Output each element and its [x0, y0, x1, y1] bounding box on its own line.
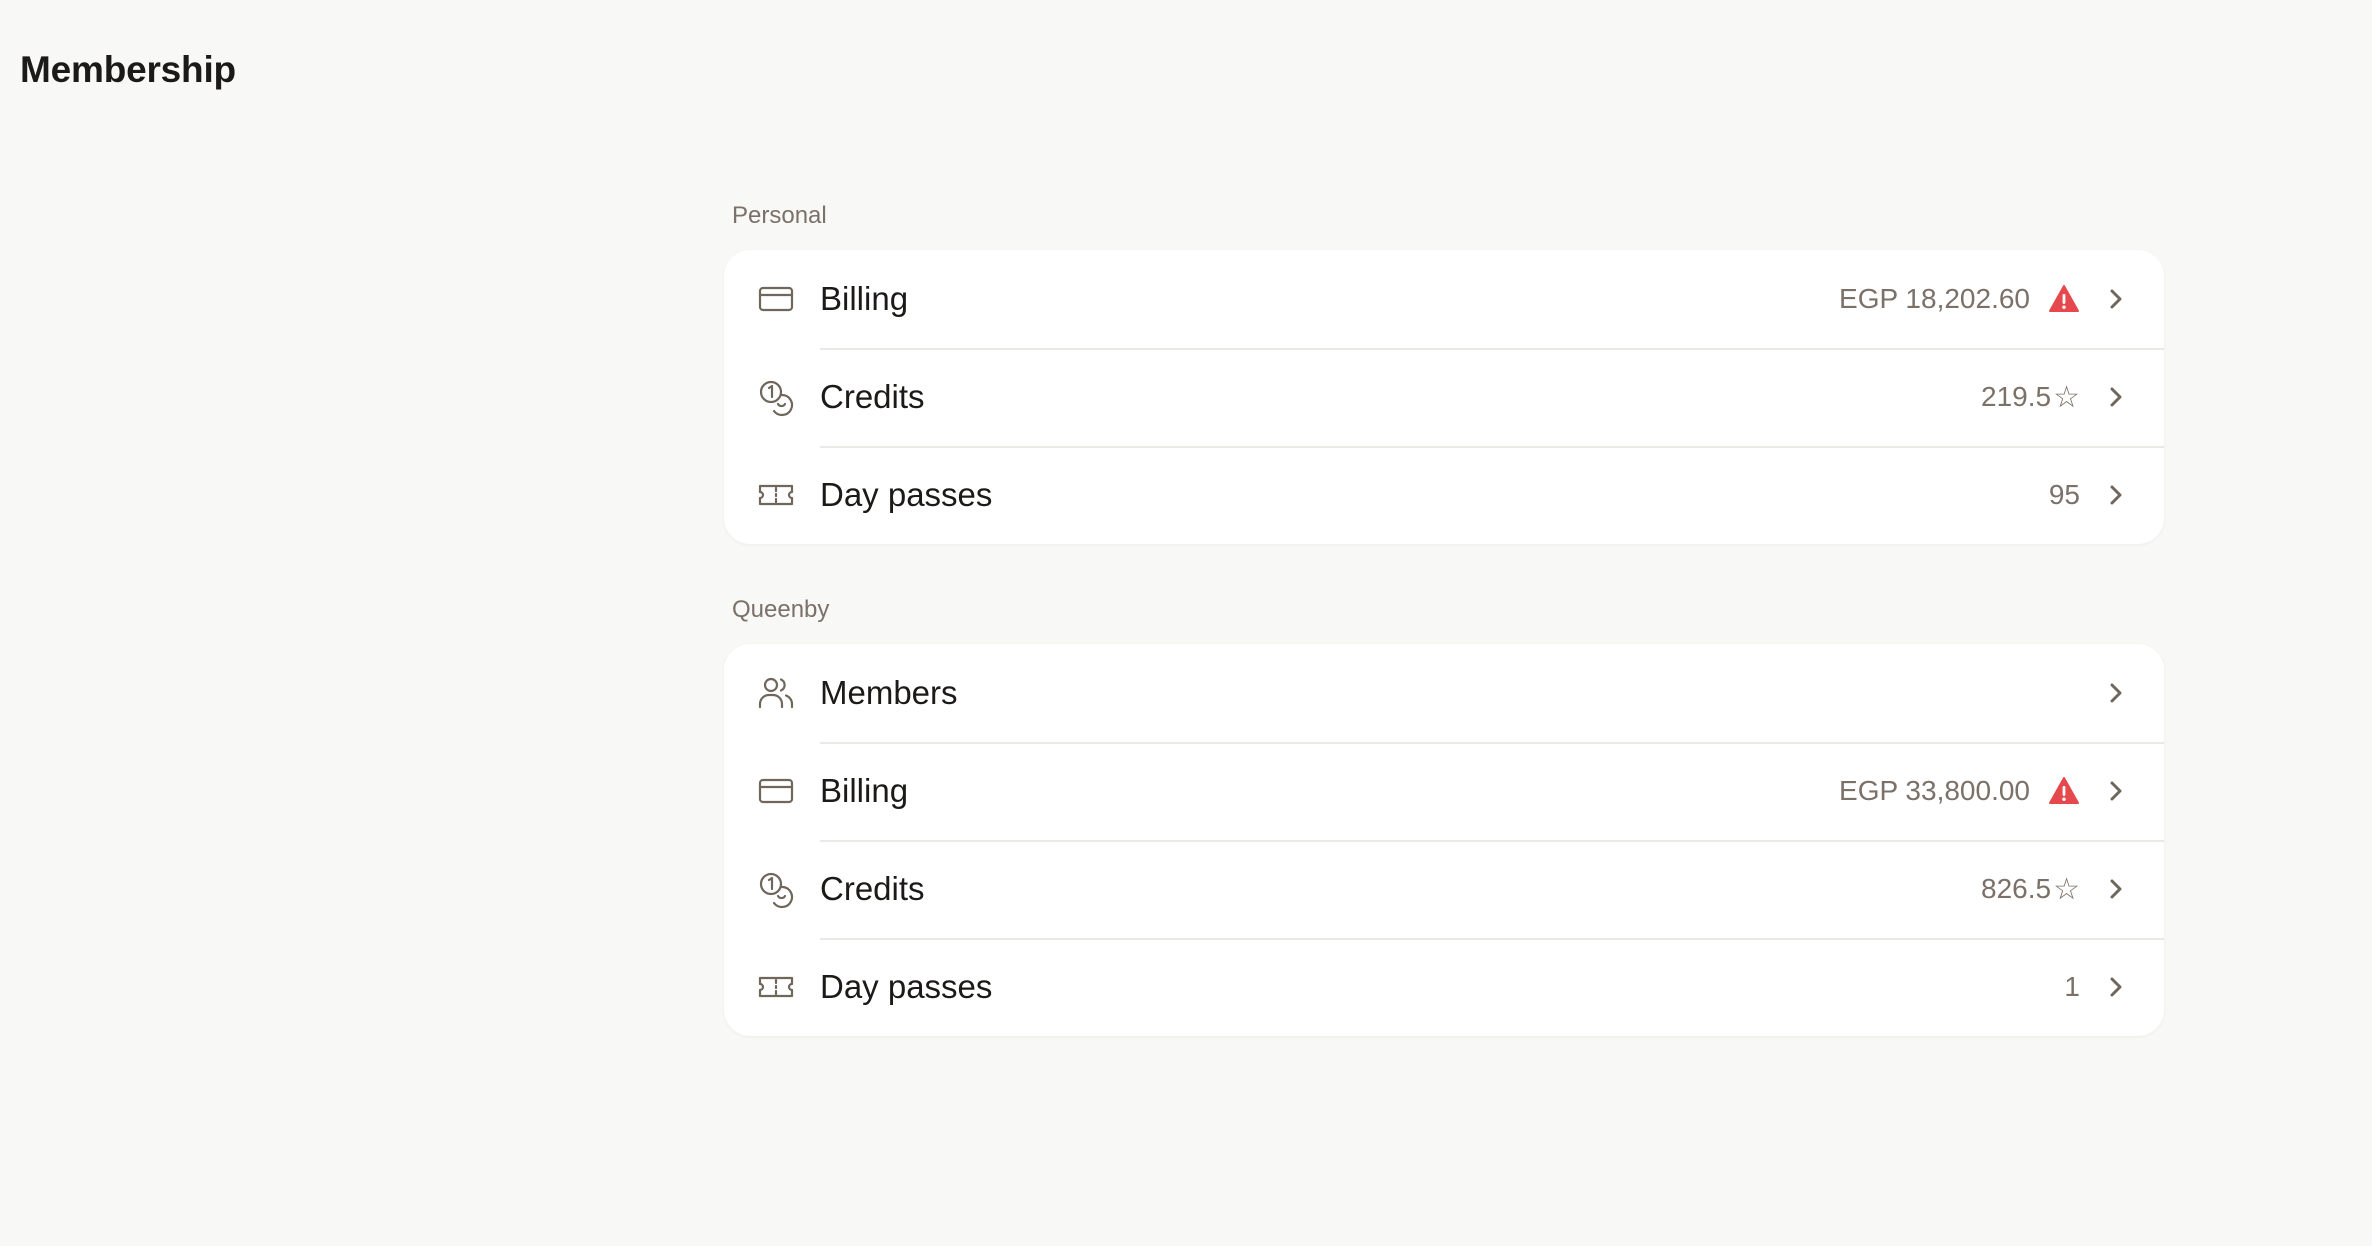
queenby-day-passes-row[interactable]: Day passes 1: [724, 938, 2164, 1036]
billing-amount: EGP 33,800.00: [1839, 775, 2030, 806]
ticket-icon: [756, 967, 796, 1007]
chevron-right-icon: [2102, 875, 2130, 903]
chevron-right-icon: [2102, 383, 2130, 411]
users-icon: [756, 673, 796, 713]
chevron-right-icon: [2102, 777, 2130, 805]
section-label-personal: Personal: [732, 202, 827, 229]
credits-balance: 826.5 ☆: [1981, 872, 2080, 907]
warning-triangle-icon: [2048, 775, 2080, 807]
membership-content: Personal Billing EGP 18,202.60 Credits 2…: [724, 196, 2164, 1082]
warning-triangle-icon: [2048, 283, 2080, 315]
chevron-right-icon: [2102, 481, 2130, 509]
credits-amount: 826.5: [1981, 873, 2052, 904]
row-label: Billing: [820, 280, 909, 317]
queenby-billing-row[interactable]: Billing EGP 33,800.00: [724, 742, 2164, 840]
queenby-members-row[interactable]: Members: [724, 644, 2164, 742]
coins-icon: [756, 377, 796, 417]
personal-credits-row[interactable]: Credits 219.5 ☆: [724, 348, 2164, 446]
section-label-queenby: Queenby: [732, 596, 830, 623]
page-title: Membership: [20, 49, 236, 90]
day-passes-count: 95: [2048, 479, 2080, 510]
billing-amount: EGP 18,202.60: [1839, 283, 2030, 314]
ticket-icon: [756, 475, 796, 515]
queenby-credits-row[interactable]: Credits 826.5 ☆: [724, 840, 2164, 938]
chevron-right-icon: [2102, 973, 2130, 1001]
credits-balance: 219.5 ☆: [1981, 380, 2080, 415]
row-label: Billing: [820, 772, 909, 809]
credit-star-icon: ☆: [2053, 872, 2080, 906]
row-label: Members: [820, 674, 958, 711]
row-label: Day passes: [820, 968, 993, 1005]
personal-day-passes-row[interactable]: Day passes 95: [724, 446, 2164, 544]
credit-card-icon: [756, 279, 796, 319]
credit-card-icon: [756, 771, 796, 811]
row-label: Credits: [820, 378, 925, 415]
personal-card: Billing EGP 18,202.60 Credits 219.5 ☆ Da…: [724, 250, 2164, 544]
chevron-right-icon: [2102, 679, 2130, 707]
row-label: Day passes: [820, 476, 993, 513]
day-passes-count: 1: [2064, 971, 2080, 1002]
queenby-card: Members Billing EGP 33,800.00 Credits 82…: [724, 644, 2164, 1036]
chevron-right-icon: [2102, 285, 2130, 313]
row-label: Credits: [820, 870, 925, 907]
credit-star-icon: ☆: [2053, 380, 2080, 414]
personal-billing-row[interactable]: Billing EGP 18,202.60: [724, 250, 2164, 348]
coins-icon: [756, 869, 796, 909]
credits-amount: 219.5: [1981, 381, 2052, 412]
